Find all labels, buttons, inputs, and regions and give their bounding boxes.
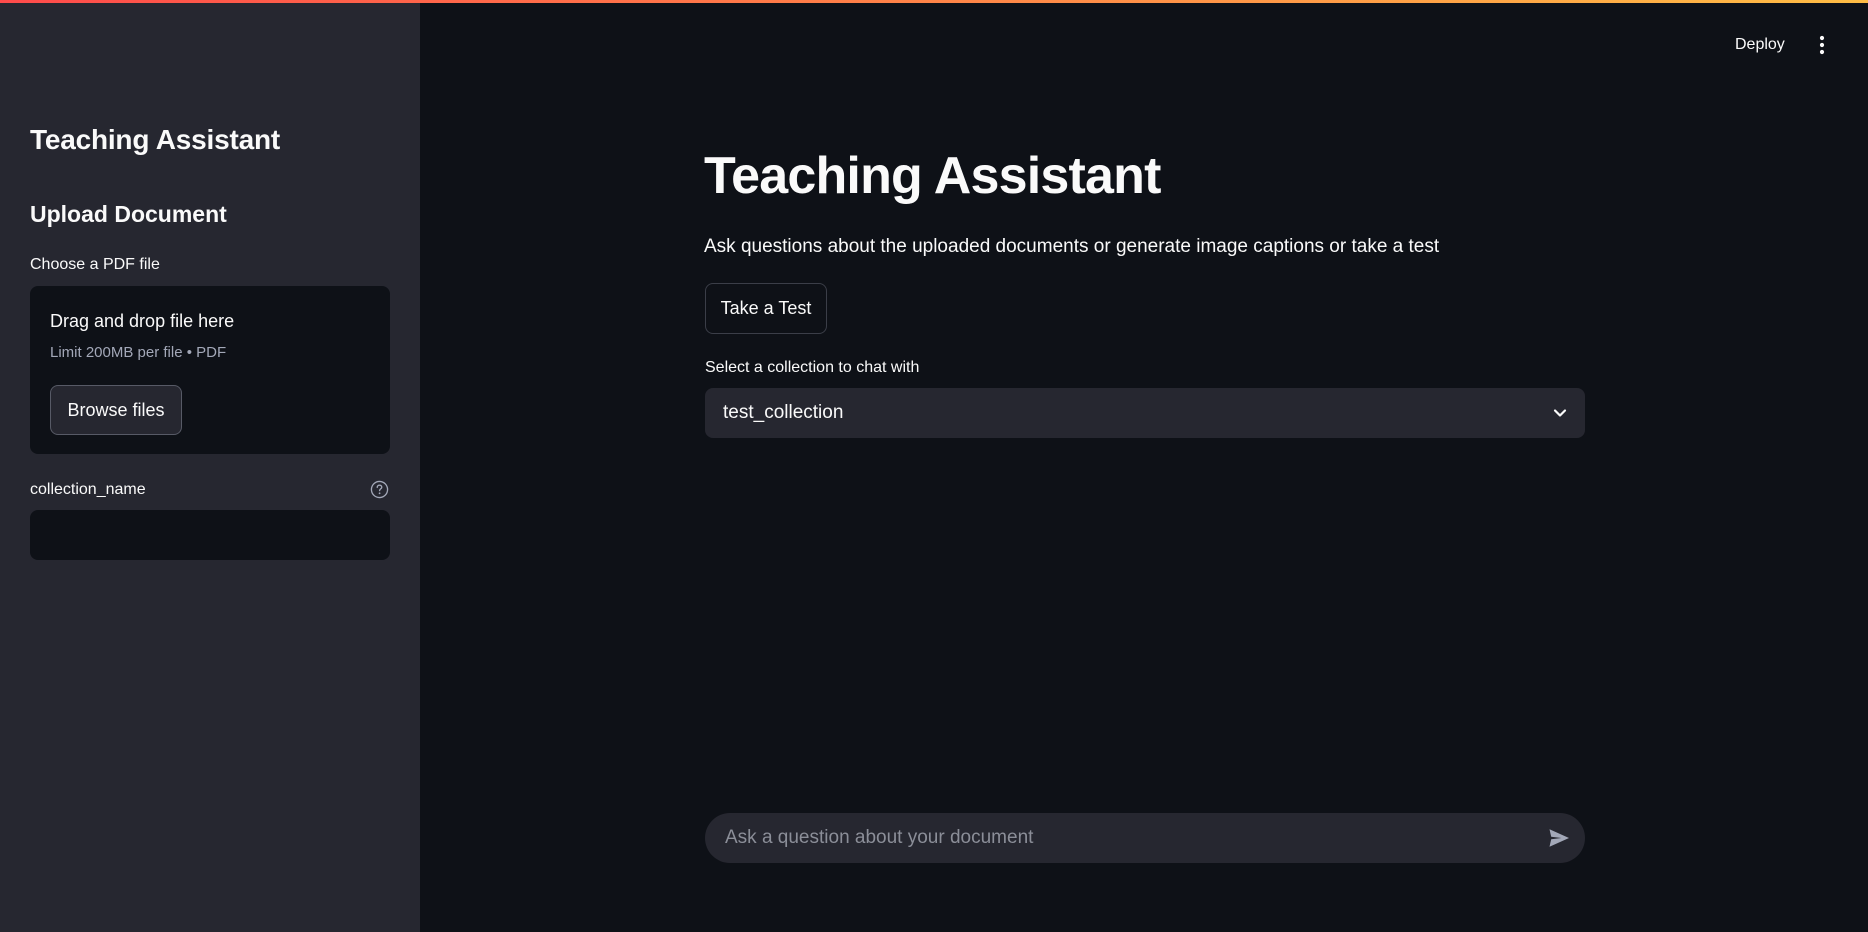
chat-input[interactable]	[723, 813, 1523, 863]
collection-select-label: Select a collection to chat with	[705, 359, 920, 376]
file-uploader-label: Choose a PDF file	[30, 256, 160, 273]
dropzone-title: Drag and drop file here	[50, 311, 235, 331]
page-title: Teaching Assistant	[704, 147, 1161, 205]
collection-select[interactable]: test_collection	[705, 388, 1585, 438]
collection-name-label: collection_name	[30, 481, 146, 498]
collection-select-value: test_collection	[723, 402, 844, 423]
more-vertical-icon[interactable]	[1812, 34, 1832, 56]
take-test-button[interactable]: Take a Test	[705, 283, 827, 334]
browse-files-button[interactable]: Browse files	[50, 385, 182, 435]
deploy-button[interactable]: Deploy	[1735, 36, 1785, 54]
chevron-down-icon	[1553, 409, 1567, 417]
dropzone-limit: Limit 200MB per file • PDF	[50, 344, 227, 361]
file-dropzone[interactable]: Drag and drop file here Limit 200MB per …	[30, 286, 390, 454]
top-decoration-bar	[0, 0, 1868, 3]
send-icon[interactable]	[1547, 826, 1571, 850]
chat-input-bar	[705, 813, 1585, 863]
upload-heading: Upload Document	[30, 201, 227, 227]
sidebar-title: Teaching Assistant	[30, 124, 281, 155]
sidebar: Teaching Assistant Upload Document Choos…	[0, 0, 420, 932]
page-description: Ask questions about the uploaded documen…	[704, 236, 1440, 257]
help-icon[interactable]	[370, 480, 389, 499]
collection-name-input[interactable]	[30, 510, 390, 560]
